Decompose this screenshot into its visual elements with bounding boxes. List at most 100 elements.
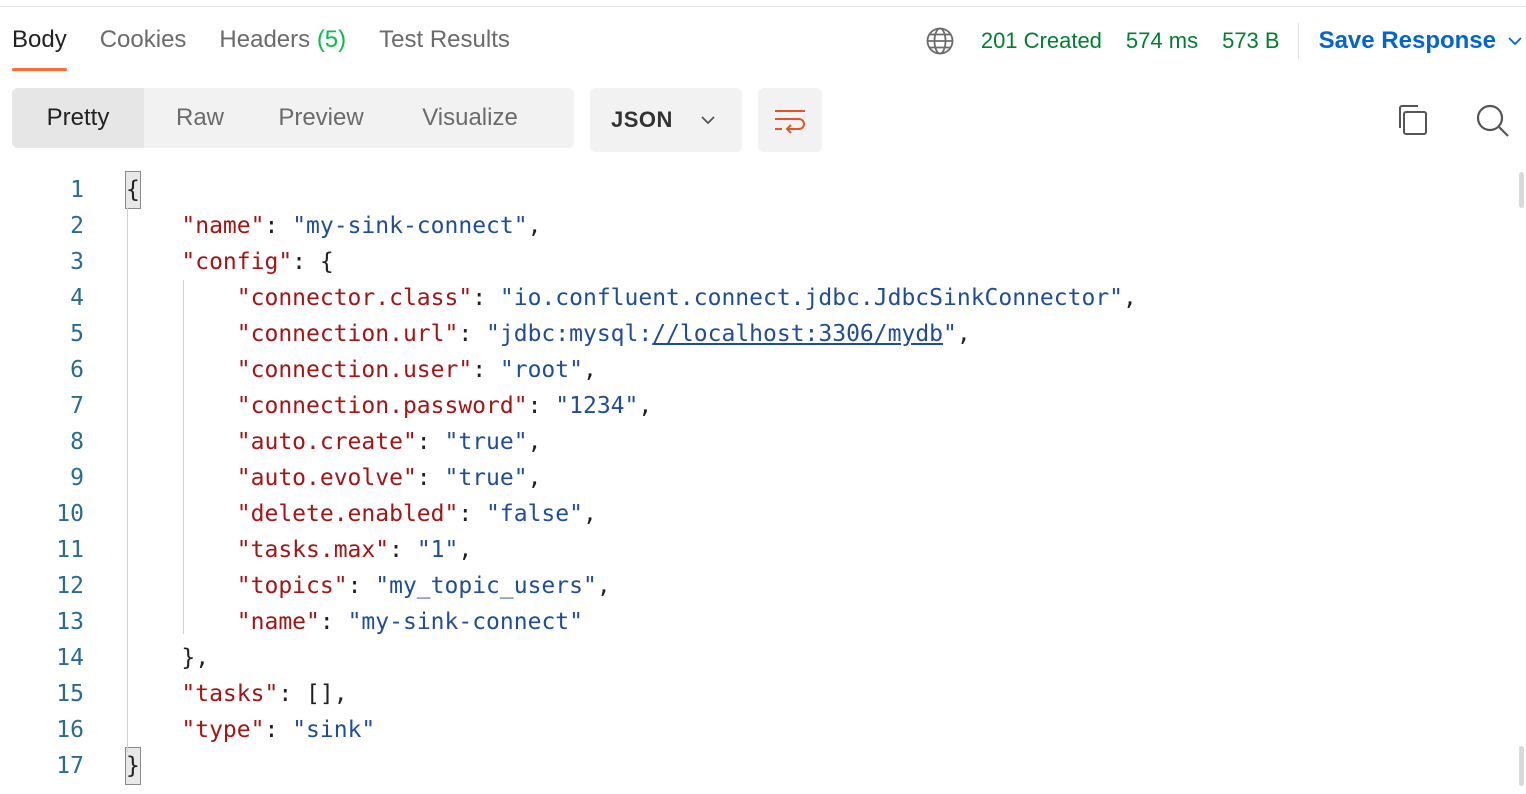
json-link[interactable]: //localhost:3306/mydb [652, 321, 943, 347]
code-line: 15 "tasks": [], [0, 676, 1500, 712]
code-line: 6 "connection.user": "root", [0, 352, 1500, 388]
tab-body[interactable]: Body [12, 24, 67, 72]
line-number: 2 [70, 213, 84, 239]
view-mode-raw[interactable]: Raw [144, 88, 256, 148]
tab-cookies-label: Cookies [99, 26, 187, 53]
response-body-editor[interactable]: 1 {2 "name": "my-sink-connect", 3 "config"… [0, 171, 1524, 794]
code-line: 5 "connection.url": "jdbc:mysql://localh… [0, 316, 1500, 352]
json-key: "tasks" [181, 681, 279, 707]
json-key: "topics" [236, 573, 348, 599]
line-number: 8 [70, 429, 84, 455]
save-response-button[interactable]: Save Response [1319, 27, 1496, 55]
line-number: 15 [56, 681, 84, 707]
json-key: "connector.class" [236, 285, 473, 311]
json-punctuation: , [527, 213, 542, 239]
json-key: "delete.enabled" [236, 501, 459, 527]
json-string: "true" [444, 429, 528, 455]
json-punctuation: , [527, 465, 542, 491]
response-status-bar: 201 Created 574 ms 573 B Save Response [925, 23, 1526, 59]
line-number: 17 [56, 753, 84, 779]
view-mode-preview[interactable]: Preview [256, 88, 386, 148]
line-number: 7 [70, 393, 84, 419]
json-key: "name" [236, 609, 320, 635]
format-dropdown[interactable]: JSON [590, 88, 742, 152]
json-key: "connection.user" [236, 357, 473, 383]
json-punctuation: : [347, 573, 376, 599]
view-mode-visualize[interactable]: Visualize [386, 88, 554, 148]
headers-count-badge: (5) [316, 26, 347, 53]
json-punctuation: : [416, 465, 445, 491]
tab-headers[interactable]: Headers (5) [219, 24, 346, 72]
code-text: "auto.create": "true", [126, 424, 542, 460]
line-number: 9 [70, 465, 84, 491]
json-key: "connection.url" [236, 321, 459, 347]
chevron-down-icon[interactable] [1506, 32, 1524, 50]
json-punctuation: , [596, 573, 611, 599]
json-string: "root" [499, 357, 583, 383]
tab-test-results-label: Test Results [379, 26, 510, 53]
code-text: "auto.evolve": "true", [126, 460, 542, 496]
json-punctuation: , [527, 429, 542, 455]
response-time[interactable]: 574 ms [1126, 28, 1198, 54]
matched-brace: } [125, 747, 141, 785]
code-line: 3 "config": { [0, 244, 1500, 280]
code-text: "config": { [126, 244, 333, 280]
line-number: 5 [70, 321, 84, 347]
top-border [0, 6, 1526, 7]
json-punctuation: : [527, 393, 556, 419]
tab-body-label: Body [12, 26, 67, 53]
code-text: "type": "sink" [126, 712, 375, 748]
code-line: 17} [0, 747, 1500, 785]
code-line: 7 "connection.password": "1234", [0, 388, 1500, 424]
json-punctuation: : [458, 501, 487, 527]
json-string: "my-sink-connect" [292, 213, 528, 239]
json-punctuation: : [472, 357, 500, 383]
json-key: "type" [181, 717, 265, 743]
json-punctuation: , [582, 357, 597, 383]
tab-cookies[interactable]: Cookies [100, 24, 187, 72]
line-number: 6 [70, 357, 84, 383]
chevron-down-icon [701, 116, 715, 125]
json-string: "jdbc:mysql: [486, 321, 653, 347]
code-text: "tasks": [], [126, 676, 347, 712]
json-punctuation: : [264, 213, 293, 239]
json-key: "name" [181, 213, 265, 239]
scrollbar[interactable] [1519, 746, 1524, 786]
indent-guide [127, 208, 128, 752]
line-number: 16 [56, 717, 84, 743]
globe-icon[interactable] [925, 26, 955, 56]
scrollbar[interactable] [1519, 172, 1524, 208]
tab-test-results[interactable]: Test Results [379, 24, 510, 72]
json-punctuation: , [638, 393, 653, 419]
response-size[interactable]: 573 B [1222, 28, 1280, 54]
json-string: "my-sink-connect" [347, 609, 583, 635]
json-string: "my_topic_users" [375, 573, 597, 599]
code-text: "connection.password": "1234", [126, 388, 652, 424]
tab-headers-label: Headers [219, 26, 311, 53]
json-string: "1" [416, 537, 459, 563]
line-number: 12 [56, 573, 84, 599]
json-punctuation: , [582, 501, 597, 527]
line-number: 10 [56, 501, 84, 527]
search-icon[interactable] [1472, 100, 1512, 140]
json-punctuation: : [389, 537, 417, 563]
matched-brace: { [125, 171, 141, 209]
code-text: }, [126, 640, 209, 676]
json-punctuation: : [319, 609, 348, 635]
code-text: "tasks.max": "1", [126, 532, 472, 568]
indent-guide [183, 280, 184, 634]
wrap-lines-button[interactable] [758, 88, 822, 152]
status-code[interactable]: 201 Created [981, 28, 1102, 54]
json-key: "tasks.max" [236, 537, 390, 563]
json-punctuation: : [472, 285, 500, 311]
line-number: 1 [70, 177, 84, 203]
view-mode-pretty[interactable]: Pretty [12, 88, 144, 148]
copy-icon[interactable] [1394, 102, 1430, 138]
line-number: 14 [56, 645, 84, 671]
code-text: "connection.user": "root", [126, 352, 597, 388]
code-text: "delete.enabled": "false", [126, 496, 597, 532]
view-mode-selector: Pretty Raw Preview Visualize [12, 88, 574, 148]
json-key: "auto.evolve" [236, 465, 417, 491]
json-punctuation: }, [181, 645, 210, 671]
code-text: "connection.url": "jdbc:mysql://localhos… [126, 316, 971, 352]
